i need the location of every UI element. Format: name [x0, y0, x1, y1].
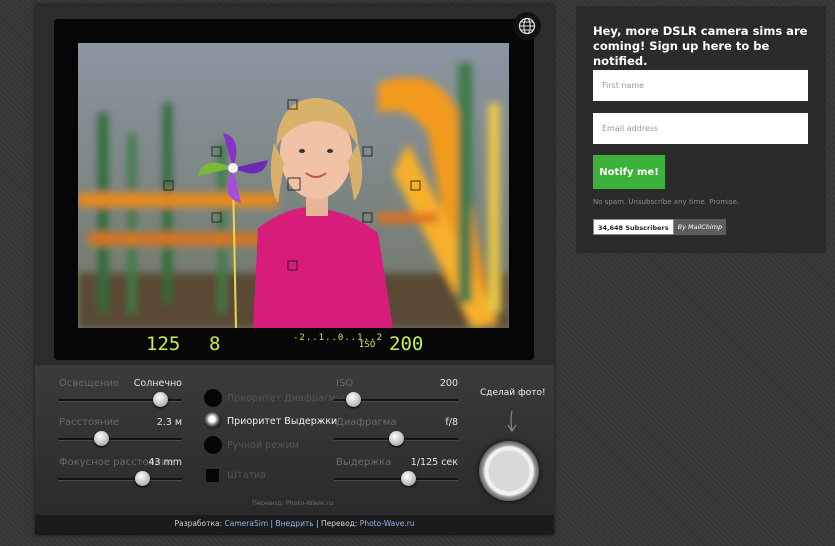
focal-value: 43 mm [148, 457, 182, 468]
lcd-iso: 200 [389, 333, 424, 355]
viewfinder-photo [78, 43, 509, 328]
iso-knob[interactable] [345, 392, 361, 407]
notify-button[interactable]: Notify me! [593, 155, 665, 189]
shutter-label: Выдержка [336, 457, 392, 468]
lighting-value: Солнечно [133, 378, 182, 389]
arrow-down-icon [507, 410, 517, 433]
take-photo-label: Сделай фото! [480, 388, 546, 398]
signup-disclaimer: No spam. Unsubscribe any time. Promise. [593, 198, 740, 206]
shutter-value: 1/125 сек [410, 457, 458, 468]
iso-value: 200 [439, 378, 458, 389]
globe-icon [518, 17, 536, 35]
distance-label: Расстояние [59, 417, 120, 428]
shutter-slider[interactable] [334, 471, 458, 486]
footer-camerasim-link[interactable]: CameraSim [225, 519, 269, 528]
lcd-readout: 125 8 -2..1..0..1..2 ISO 200 [78, 332, 509, 358]
footer: Разработка: CameraSim | Внедрить | Перев… [35, 515, 554, 535]
footer-developed-label: Разработка: [174, 519, 223, 528]
lcd-iso-label: ISO [359, 340, 376, 350]
lighting-slider[interactable] [58, 392, 182, 407]
footer-embed-link[interactable]: Внедрить [275, 519, 313, 528]
signup-panel: Hey, more DSLR camera sims are coming! S… [576, 6, 826, 253]
lcd-shutter-speed: 125 [146, 333, 181, 355]
lcd-aperture: 8 [209, 333, 221, 355]
first-name-input[interactable] [593, 70, 808, 101]
lighting-label: Освещение [59, 378, 120, 389]
footer-sep-1: | [270, 519, 274, 528]
footer-translation-label: Перевод: [321, 519, 358, 528]
footer-photowave-link[interactable]: Photo-Wave.ru [360, 519, 415, 528]
mode-aperture-priority-label: Приоритет Диафрагмы [227, 393, 344, 404]
mailchimp-badge[interactable]: 34,648 Subscribers By MailChimp [593, 219, 727, 235]
aperture-knob[interactable] [389, 431, 404, 446]
mailchimp-label: By MailChimp [673, 219, 727, 235]
shutter-button[interactable] [479, 441, 539, 501]
footer-sep-2: | [316, 519, 319, 528]
aperture-label: Диафрагма [336, 417, 397, 428]
subscriber-count: 34,648 Subscribers [593, 219, 674, 235]
language-globe-button[interactable] [513, 12, 541, 40]
iso-slider[interactable] [334, 392, 458, 407]
translation-credit: Перевод: Photo-Wave.ru [252, 499, 334, 507]
aperture-slider[interactable] [334, 431, 458, 446]
distance-slider[interactable] [58, 431, 182, 446]
mode-aperture-priority-radio[interactable] [204, 389, 222, 407]
camera-simulator: 125 8 -2..1..0..1..2 ISO 200 Освещение С… [35, 5, 554, 535]
mode-manual-radio[interactable] [204, 436, 222, 454]
tripod-checkbox[interactable] [206, 469, 219, 482]
iso-label: ISO [336, 378, 354, 389]
email-input[interactable] [593, 113, 808, 144]
mode-manual-label: Ручной режим [227, 440, 299, 451]
lighting-knob[interactable] [152, 392, 168, 407]
aperture-value: f/8 [445, 417, 458, 428]
mode-shutter-priority-label: Приоритет Выдержки [227, 416, 338, 427]
signup-heading: Hey, more DSLR camera sims are coming! S… [593, 24, 808, 68]
tripod-label: Штатив [227, 470, 266, 481]
focal-slider[interactable] [58, 471, 182, 486]
mode-shutter-priority-radio[interactable] [204, 412, 222, 430]
distance-value: 2.3 м [156, 417, 182, 428]
